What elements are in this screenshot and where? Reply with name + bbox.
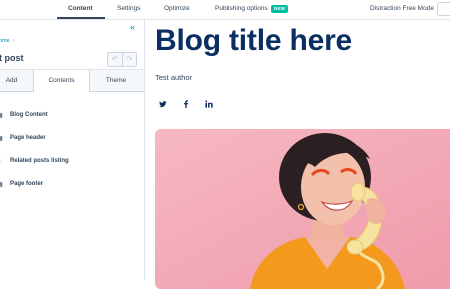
module-icon: ▦ bbox=[0, 135, 3, 143]
list-item-related-posts[interactable]: ≡ Related posts listing bbox=[0, 151, 144, 174]
contents-list: ▦ Blog Content ▦ Page header ≡ Related p… bbox=[0, 105, 144, 197]
breadcrumb-separator-icon: › bbox=[12, 38, 15, 44]
woman-with-telephone-photo[interactable] bbox=[155, 129, 450, 289]
module-icon: ▦ bbox=[0, 181, 3, 189]
tab-content[interactable]: Content bbox=[68, 5, 93, 12]
stack-icon: ≡ bbox=[0, 158, 3, 166]
distraction-free-label: Distraction Free Mode bbox=[370, 5, 434, 12]
facebook-icon[interactable] bbox=[182, 100, 190, 108]
double-chevron-left-icon[interactable]: « bbox=[130, 22, 135, 32]
new-badge: NEW bbox=[271, 5, 289, 13]
list-item-page-header[interactable]: ▦ Page header bbox=[0, 128, 144, 151]
breadcrumb-home[interactable]: ome bbox=[0, 38, 10, 44]
sidebar-tabs: Add Contents Theme bbox=[0, 69, 144, 92]
sidebar-tab-add[interactable]: Add bbox=[0, 70, 33, 91]
breadcrumb[interactable]: ome › bbox=[0, 38, 15, 44]
page-name: t post bbox=[0, 53, 24, 63]
redo-icon[interactable]: ↷ bbox=[121, 53, 137, 66]
tab-settings[interactable]: Settings bbox=[117, 5, 141, 12]
active-tab-indicator bbox=[57, 17, 105, 19]
list-item-page-footer[interactable]: ▦ Page footer bbox=[0, 174, 144, 197]
blog-author[interactable]: Test author bbox=[155, 73, 192, 82]
tab-optimize[interactable]: Optimize bbox=[164, 5, 190, 12]
undo-redo-group: ↶ ↷ bbox=[107, 52, 137, 67]
list-item-label: Related posts listing bbox=[10, 158, 69, 164]
page-preview: Blog title here Test author bbox=[145, 20, 450, 289]
list-item-blog-content[interactable]: ▦ Blog Content bbox=[0, 105, 144, 128]
module-icon: ▦ bbox=[0, 112, 3, 120]
distraction-free-toggle[interactable] bbox=[437, 2, 450, 16]
twitter-icon[interactable] bbox=[159, 100, 167, 108]
list-item-label: Page footer bbox=[10, 181, 44, 187]
hero-image-illustration bbox=[155, 129, 450, 289]
blog-title[interactable]: Blog title here bbox=[155, 24, 352, 58]
linkedin-icon[interactable] bbox=[205, 100, 213, 108]
sidebar-tab-contents[interactable]: Contents bbox=[33, 70, 90, 92]
social-share-icons bbox=[159, 100, 213, 108]
undo-icon[interactable]: ↶ bbox=[108, 53, 122, 66]
list-item-label: Blog Content bbox=[10, 112, 48, 118]
tab-publishing-options[interactable]: Publishing options bbox=[215, 5, 268, 12]
top-navigation: Content Settings Optimize Publishing opt… bbox=[0, 0, 450, 20]
list-item-label: Page header bbox=[10, 135, 46, 141]
editor-sidebar: « ome› t post ↶ ↷ Add Contents Theme ▦ B… bbox=[0, 20, 145, 279]
sidebar-tab-theme[interactable]: Theme bbox=[88, 70, 144, 91]
